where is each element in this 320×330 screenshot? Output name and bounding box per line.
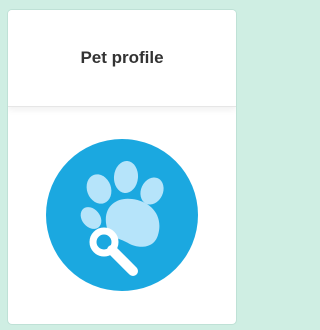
pet-profile-card[interactable]: Pet profile xyxy=(8,10,236,324)
card-title: Pet profile xyxy=(80,48,164,67)
card-body xyxy=(8,107,236,324)
card-header: Pet profile xyxy=(8,10,236,107)
pet-paw-search-icon xyxy=(46,139,198,291)
